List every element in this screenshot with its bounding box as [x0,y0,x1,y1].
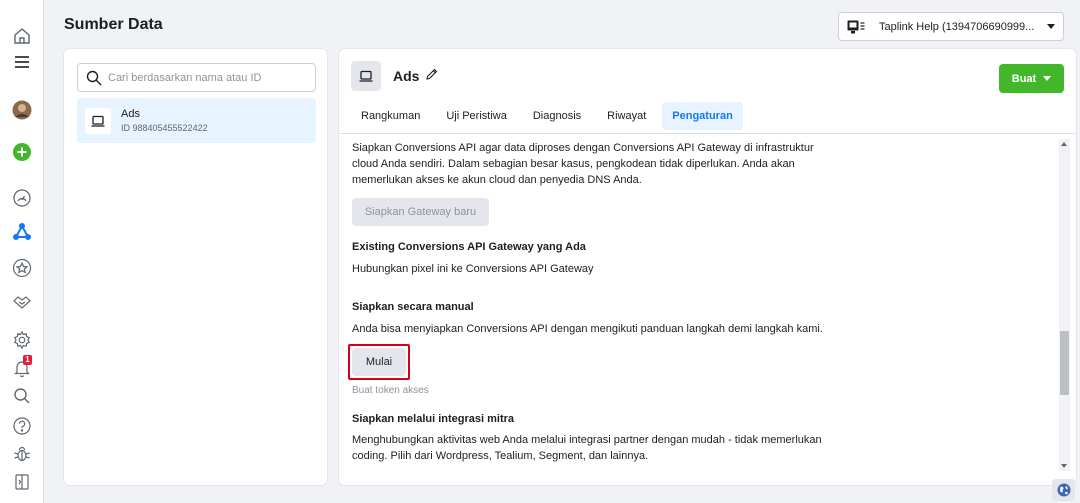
chevron-down-icon [1047,24,1055,29]
scrollbar-thumb[interactable] [1060,331,1069,395]
source-name: Ads [121,108,140,120]
scrollbar[interactable] [1059,139,1070,471]
language-button[interactable] [1052,479,1075,501]
existing-gateway-desc: Hubungkan pixel ini ke Conversions API G… [352,263,594,275]
setup-gateway-button[interactable]: Siapkan Gateway baru [352,198,489,226]
bell-icon[interactable]: 1 [10,355,34,380]
data-source-detail-panel: Ads Buat Rangkuman Uji Peristiwa Diagnos… [339,49,1076,485]
monitor-icon [351,61,381,91]
existing-gateway-title: Existing Conversions API Gateway yang Ad… [352,241,586,253]
menu-icon[interactable] [10,50,34,74]
tab-settings[interactable]: Pengaturan [662,102,743,130]
help-icon[interactable] [10,414,34,438]
create-button-label: Buat [1011,72,1037,85]
page-title: Sumber Data [64,16,163,33]
notification-badge: 1 [23,355,32,365]
monitor-icon [847,20,865,33]
account-selector[interactable]: Taplink Help (1394706690999... [838,12,1064,41]
tab-diagnostics[interactable]: Diagnosis [523,102,591,130]
star-icon[interactable] [10,256,34,280]
access-token-hint: Buat token akses [352,385,429,396]
add-icon[interactable] [10,140,34,164]
search-icon [86,70,102,85]
handshake-icon[interactable] [10,290,34,314]
tab-summary[interactable]: Rangkuman [351,102,430,130]
home-icon[interactable] [10,24,34,48]
avatar[interactable] [10,98,34,122]
create-button[interactable]: Buat [999,64,1064,93]
tab-test-events[interactable]: Uji Peristiwa [436,102,517,130]
icon-rail: 1 [0,0,44,503]
events-manager-icon[interactable] [10,220,34,244]
pencil-icon[interactable] [425,68,438,84]
manual-setup-desc: Anda bisa menyiapkan Conversions API den… [352,323,823,335]
divider [339,133,1076,134]
source-id: ID 988405455522422 [121,123,208,133]
tab-history[interactable]: Riwayat [597,102,656,130]
globe-icon [1057,483,1070,497]
search-input[interactable] [108,71,307,84]
monitor-icon [85,107,111,134]
data-source-list-panel: Ads ID 988405455522422 [64,49,327,485]
bug-icon[interactable] [10,442,34,466]
scroll-up-icon[interactable] [1061,142,1067,146]
partner-setup-desc: Menghubungkan aktivitas web Anda melalui… [352,434,822,462]
datasource-header: Ads [351,61,438,91]
tab-bar: Rangkuman Uji Peristiwa Diagnosis Riwaya… [351,102,749,130]
settings-icon[interactable] [10,328,34,352]
chevron-down-icon [1043,76,1052,81]
search-icon[interactable] [10,384,34,408]
account-label: Taplink Help (1394706690999... [879,20,1035,33]
start-button[interactable]: Mulai [352,348,406,376]
manual-setup-title: Siapkan secara manual [352,301,474,313]
scroll-down-icon[interactable] [1061,464,1067,468]
partner-setup-title: Siapkan melalui integrasi mitra [352,413,515,425]
panel-icon[interactable] [10,470,34,494]
datasource-name: Ads [393,68,420,84]
gateway-intro-text: Siapkan Conversions API agar data dipros… [352,142,814,186]
gauge-icon[interactable] [10,186,34,210]
list-item[interactable]: Ads ID 988405455522422 [77,98,316,143]
search-box[interactable] [77,63,316,92]
